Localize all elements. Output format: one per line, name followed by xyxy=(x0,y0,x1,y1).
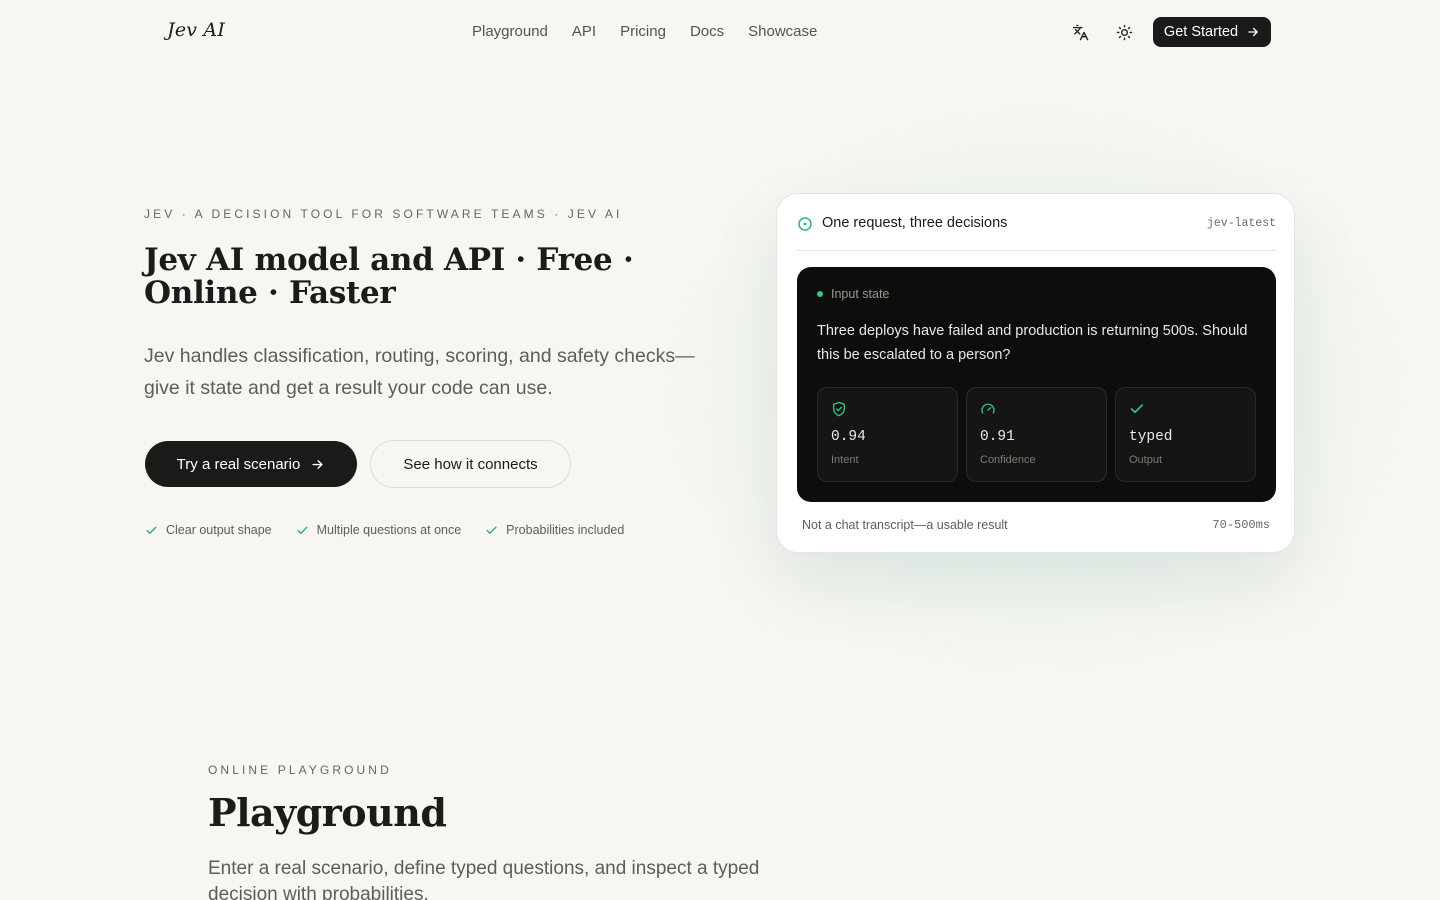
feature-check-label: Multiple questions at once xyxy=(316,523,462,537)
model-tag: jev-latest xyxy=(1206,217,1276,230)
sun-icon[interactable] xyxy=(1112,20,1136,44)
feature-check-label: Clear output shape xyxy=(166,523,272,537)
get-started-label: Get Started xyxy=(1163,24,1239,40)
metric-value: 0.94 xyxy=(831,429,866,445)
feature-check-item: Clear output shape xyxy=(145,523,272,537)
metric-confidence: 0.91 Confidence xyxy=(966,387,1107,482)
status-dot-icon xyxy=(817,291,823,297)
metric-value: typed xyxy=(1129,429,1173,445)
main-nav: Playground API Pricing Docs Showcase xyxy=(472,22,817,42)
hero-title: Jev AI model and API · Free · Online · F… xyxy=(144,242,634,311)
latency-label: 70-500ms xyxy=(1212,518,1270,532)
feature-checks: Clear output shape Multiple questions at… xyxy=(145,523,648,537)
nav-showcase[interactable]: Showcase xyxy=(748,22,817,42)
metric-label: Intent xyxy=(831,454,859,466)
input-state-text: Input state xyxy=(831,287,890,301)
get-started-button[interactable]: Get Started xyxy=(1153,17,1271,47)
input-panel: Input state Three deploys have failed an… xyxy=(797,267,1276,502)
gauge-icon xyxy=(981,403,995,414)
hero-subtitle: Jev handles classification, routing, sco… xyxy=(144,345,695,399)
check-icon xyxy=(1130,404,1144,414)
arrow-right-icon xyxy=(312,459,323,469)
input-state-label: Input state xyxy=(817,287,889,301)
metric-label: Confidence xyxy=(980,454,1036,466)
shield-check-icon xyxy=(833,401,845,417)
see-how-connects-label: See how it connects xyxy=(403,455,538,473)
feature-check-label: Probabilities included xyxy=(506,523,625,537)
metric-value: 0.91 xyxy=(980,429,1015,445)
playground-eyebrow: ONLINE PLAYGROUND xyxy=(208,763,392,777)
playground-title: Playground xyxy=(208,790,447,835)
try-scenario-label: Try a real scenario xyxy=(176,455,301,473)
card-title: One request, three decisions xyxy=(822,215,1008,231)
check-icon xyxy=(297,526,308,534)
top-navigation: Jev AI Playground API Pricing Docs Showc… xyxy=(0,0,1440,64)
metric-output: typed Output xyxy=(1115,387,1256,482)
check-icon xyxy=(146,526,157,534)
translate-icon[interactable] xyxy=(1068,20,1092,44)
input-state-content: Three deploys have failed and production… xyxy=(817,323,1248,363)
card-header: One request, three decisions jev-latest xyxy=(797,214,1276,251)
nav-pricing[interactable]: Pricing xyxy=(620,22,666,42)
card-footer-note: Not a chat transcript—a usable result xyxy=(802,518,1008,532)
see-how-connects-button[interactable]: See how it connects xyxy=(370,440,571,488)
metric-intent: 0.94 Intent xyxy=(817,387,958,482)
decision-card: One request, three decisions jev-latest … xyxy=(776,193,1295,553)
nav-playground[interactable]: Playground xyxy=(472,22,548,42)
logo[interactable]: Jev AI xyxy=(167,19,225,41)
playground-subtitle: Enter a real scenario, define typed ques… xyxy=(208,858,760,900)
metric-label: Output xyxy=(1129,454,1163,466)
feature-check-item: Probabilities included xyxy=(485,523,624,537)
hero-eyebrow: JEV · A DECISION TOOL FOR SOFTWARE TEAMS… xyxy=(144,207,623,221)
try-scenario-button[interactable]: Try a real scenario xyxy=(145,441,357,487)
arrow-right-icon xyxy=(1248,27,1258,37)
nav-docs[interactable]: Docs xyxy=(690,22,724,42)
target-icon xyxy=(798,217,812,231)
nav-api[interactable]: API xyxy=(572,22,596,42)
check-icon xyxy=(486,526,497,534)
feature-check-item: Multiple questions at once xyxy=(296,523,462,537)
